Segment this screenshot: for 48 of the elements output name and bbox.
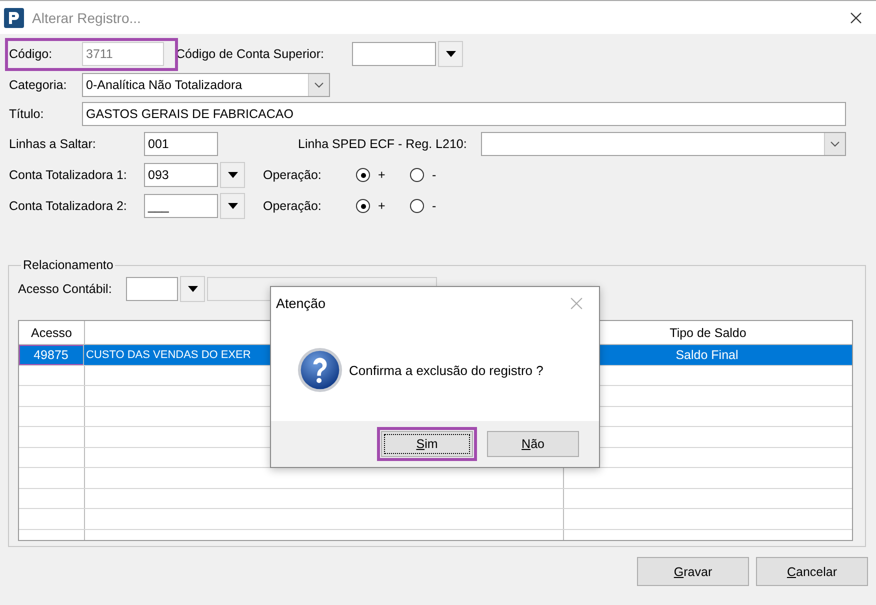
close-icon[interactable] <box>850 12 862 24</box>
table-row[interactable] <box>19 488 852 509</box>
table-cell: 49875 <box>19 345 84 364</box>
dropdown-button[interactable] <box>438 41 463 67</box>
table-row[interactable] <box>19 509 852 530</box>
caret-icon <box>446 51 456 57</box>
field-label: Acesso Contábil: <box>18 282 113 296</box>
input-field[interactable]: 001 <box>144 132 218 156</box>
question-icon <box>297 347 343 393</box>
caret-icon <box>228 203 238 209</box>
dialog-button[interactable]: Gravar <box>637 557 749 586</box>
app-logo-icon <box>4 8 24 28</box>
dialog-title: Atenção <box>276 296 326 310</box>
radio-option[interactable]: + <box>356 199 410 213</box>
field-label: Código: <box>9 47 54 61</box>
window-title: Alterar Registro... <box>32 10 142 26</box>
group-title: Relacionamento <box>22 258 114 272</box>
input-field[interactable]: 093 <box>144 163 218 187</box>
input-field[interactable]: ___ <box>144 194 218 218</box>
chevron-icon <box>830 141 840 147</box>
field-label: Título: <box>9 107 45 121</box>
dialog-button[interactable]: Não <box>487 431 579 457</box>
caret-icon <box>188 286 198 292</box>
category-select[interactable]: 0-Analítica Não Totalizadora <box>82 72 330 96</box>
dialog-button[interactable]: Sim <box>381 431 473 457</box>
field-label: Operação: <box>263 168 322 182</box>
dialog-message: Confirma a exclusão do registro ? <box>349 362 544 378</box>
field-label: Operação: <box>263 199 322 213</box>
field-label: Conta Totalizadora 2: <box>9 199 128 213</box>
dropdown-button[interactable] <box>180 276 205 302</box>
field-label: Conta Totalizadora 1: <box>9 168 128 182</box>
input-field[interactable] <box>352 42 436 66</box>
dialog-button[interactable]: Cancelar <box>756 557 868 586</box>
column-header[interactable]: Acesso <box>19 321 85 344</box>
dropdown-button[interactable] <box>220 162 245 188</box>
field-label: Categoria: <box>9 78 68 92</box>
table-cell-text: Saldo Final <box>674 346 740 364</box>
radio-option[interactable]: - <box>410 199 464 213</box>
chevron-icon <box>314 82 324 88</box>
field-label: Linhas a Saltar: <box>9 137 97 151</box>
radio-option[interactable]: - <box>410 168 464 182</box>
input-field[interactable] <box>126 277 178 301</box>
dropdown-button[interactable] <box>220 193 245 219</box>
sped-select[interactable] <box>481 132 846 156</box>
radio-option[interactable]: + <box>356 168 410 182</box>
title-field[interactable]: GASTOS GERAIS DE FABRICACAO <box>82 102 846 126</box>
field-label: Linha SPED ECF - Reg. L210: <box>298 137 468 151</box>
caret-icon <box>228 172 238 178</box>
